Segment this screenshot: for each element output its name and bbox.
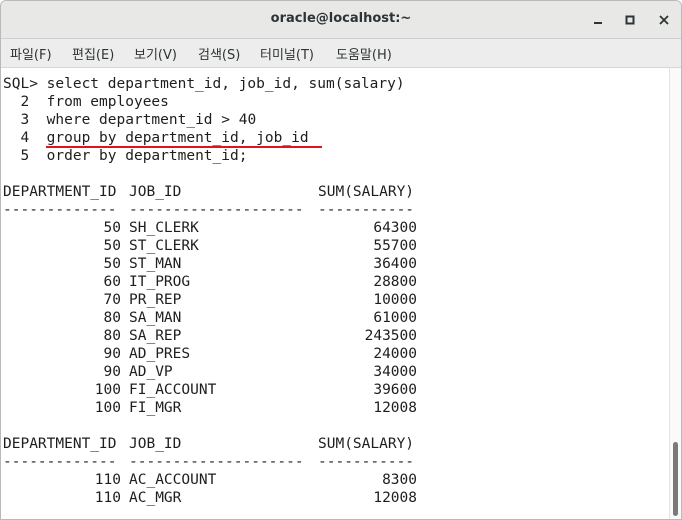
table-row: 110 AC_ACCOUNT 8300: [3, 471, 423, 489]
menu-help[interactable]: 도움말(H): [336, 44, 392, 63]
cell-department-id: 100: [94, 400, 121, 416]
query-line: 3 where department_id > 40: [3, 112, 257, 128]
minimize-icon: [594, 22, 602, 24]
cell-job-id: SA_MAN: [129, 310, 182, 326]
result-separator: ------------- -------------------- -----…: [3, 202, 415, 218]
table-row: 80 SA_REP 243500: [3, 327, 423, 345]
result-header: DEPARTMENT_ID JOB_ID SUM(SALARY): [3, 436, 415, 452]
window-title: oracle@localhost:~: [270, 11, 412, 26]
cell-sum-salary: 55700: [373, 238, 417, 254]
cell-job-id: FI_ACCOUNT: [129, 382, 217, 398]
cell-sum-salary: 36400: [373, 256, 417, 272]
cell-sum-salary: 12008: [373, 490, 417, 506]
result-header: DEPARTMENT_ID JOB_ID SUM(SALARY): [3, 184, 415, 200]
cell-department-id: 80: [103, 310, 121, 326]
cell-sum-salary: 243500: [364, 328, 417, 344]
query-line: SQL> select department_id, job_id, sum(s…: [3, 76, 405, 92]
cell-job-id: SA_REP: [129, 328, 182, 344]
cell-sum-salary: 8300: [382, 472, 417, 488]
cell-department-id: 110: [94, 472, 121, 488]
scrollbar[interactable]: [669, 68, 681, 519]
query-line: 4 group by department_id, job_id: [3, 130, 309, 146]
cell-job-id: FI_MGR: [129, 400, 182, 416]
table-row: 80 SA_MAN 61000: [3, 309, 423, 327]
minimize-button[interactable]: [587, 9, 609, 31]
cell-department-id: 50: [103, 256, 121, 272]
cell-job-id: ST_CLERK: [129, 238, 199, 254]
menu-terminal[interactable]: 터미널(T): [260, 44, 314, 63]
menu-edit[interactable]: 편집(E): [72, 44, 114, 63]
title-bar[interactable]: oracle@localhost:~: [1, 1, 681, 39]
table-row: 50 ST_CLERK 55700: [3, 237, 423, 255]
cell-sum-salary: 61000: [373, 310, 417, 326]
maximize-button[interactable]: [619, 9, 641, 31]
table-row: 50 ST_MAN 36400: [3, 255, 423, 273]
result-separator: ------------- -------------------- -----…: [3, 454, 415, 470]
cell-sum-salary: 34000: [373, 364, 417, 380]
cell-department-id: 50: [103, 238, 121, 254]
cell-sum-salary: 10000: [373, 292, 417, 308]
cell-sum-salary: 12008: [373, 400, 417, 416]
table-row: 50 SH_CLERK 64300: [3, 219, 423, 237]
query-line: 2 from employees: [3, 94, 169, 110]
table-row: 90 AD_VP 34000: [3, 363, 423, 381]
table-row: 100 FI_ACCOUNT 39600: [3, 381, 423, 399]
cell-job-id: PR_REP: [129, 292, 182, 308]
cell-department-id: 90: [103, 346, 121, 362]
cell-job-id: SH_CLERK: [129, 220, 199, 236]
cell-department-id: 70: [103, 292, 121, 308]
cell-job-id: IT_PROG: [129, 274, 191, 290]
table-row: 100 FI_MGR 12008: [3, 399, 423, 417]
table-row: 70 PR_REP 10000: [3, 291, 423, 309]
cell-job-id: AD_PRES: [129, 346, 191, 362]
close-icon: [659, 15, 669, 25]
cell-department-id: 100: [94, 382, 121, 398]
cell-department-id: 80: [103, 328, 121, 344]
cell-department-id: 60: [103, 274, 121, 290]
cell-sum-salary: 24000: [373, 346, 417, 362]
cell-department-id: 50: [103, 220, 121, 236]
cell-department-id: 110: [94, 490, 121, 506]
cell-department-id: 90: [103, 364, 121, 380]
terminal-window: oracle@localhost:~ 파일(F) 편집(E) 보기(V) 검색(…: [0, 0, 682, 520]
menu-file[interactable]: 파일(F): [10, 44, 52, 63]
scrollbar-thumb[interactable]: [673, 442, 678, 516]
table-row: 110 AC_MGR 12008: [3, 489, 423, 507]
maximize-icon: [625, 15, 635, 25]
cell-job-id: ST_MAN: [129, 256, 182, 272]
cell-sum-salary: 64300: [373, 220, 417, 236]
table-row: 60 IT_PROG 28800: [3, 273, 423, 291]
cell-sum-salary: 28800: [373, 274, 417, 290]
cell-sum-salary: 39600: [373, 382, 417, 398]
menu-bar: 파일(F) 편집(E) 보기(V) 검색(S) 터미널(T) 도움말(H): [1, 39, 681, 68]
terminal-output[interactable]: SQL> select department_id, job_id, sum(s…: [1, 68, 669, 519]
menu-view[interactable]: 보기(V): [134, 44, 177, 63]
close-button[interactable]: [653, 9, 675, 31]
query-line: 5 order by department_id;: [3, 148, 248, 164]
cell-job-id: AD_VP: [129, 364, 173, 380]
menu-search[interactable]: 검색(S): [198, 44, 240, 63]
cell-job-id: AC_MGR: [129, 490, 182, 506]
table-row: 90 AD_PRES 24000: [3, 345, 423, 363]
cell-job-id: AC_ACCOUNT: [129, 472, 217, 488]
